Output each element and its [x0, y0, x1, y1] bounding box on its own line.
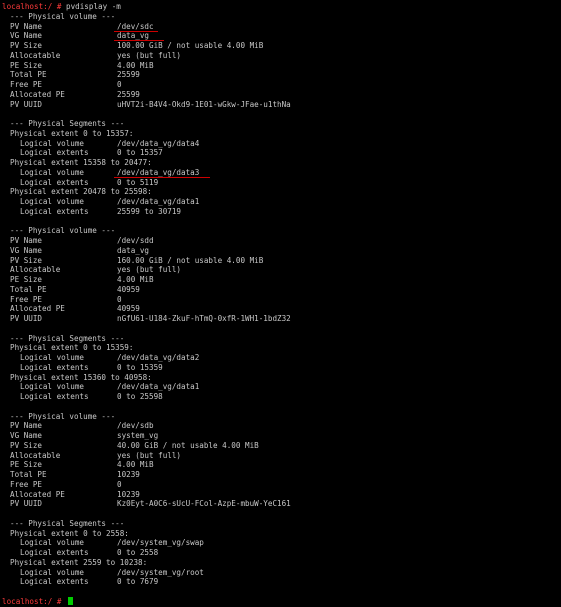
vg-name-value: data_vg	[117, 31, 150, 41]
segment-lv-row: Logical volume/dev/data_vg/data2	[20, 353, 200, 362]
segment-le-row: Logical extents 0 to 7679	[20, 577, 159, 587]
pv-field-row: Total PE 40959	[10, 284, 140, 294]
pv-header: --- Physical volume ---	[10, 411, 116, 421]
segment-extent-line: Physical extent 0 to 15359:	[10, 343, 134, 353]
segment-extent-line: Physical extent 15360 to 40958:	[10, 372, 152, 382]
terminal-window[interactable]: localhost:/ # pvdisplay -m --- Physical …	[0, 0, 561, 606]
pv-field-row: Allocatable yes (but full)	[10, 50, 182, 60]
pv-field-row: Total PE 10239	[10, 470, 140, 479]
pv-field-row: VG Name data_vg	[10, 245, 150, 255]
segment-le-row: Logical extents 25599 to 30719	[20, 206, 182, 216]
pv-field-row: PE Size 4.00 MiB	[10, 275, 154, 284]
pv-field-row: PV UUID uHVT2i-B4V4-Okd9-1E01-wGkw-JFae-u…	[10, 99, 291, 109]
pv-field-row: PV Size 40.00 GiB / not usable 4.00 MiB	[10, 440, 259, 450]
segment-lv-row: Logical volume/dev/data_vg/data1	[20, 382, 200, 392]
segment-lv-row: Logical volume/dev/system_vg/root	[20, 567, 204, 577]
pv-field-row: PE Size 4.00 MiB	[10, 60, 154, 70]
pv-field-row: PV UUID nGfU61-U184-ZkuF-hTmQ-0xfR-1WH1-1…	[10, 314, 291, 323]
pv-field-row: PV Name/dev/sdd	[10, 236, 154, 245]
pv-field-row: Allocated PE 10239	[10, 489, 140, 499]
command-text: pvdisplay -m	[66, 2, 121, 11]
final-prompt-line[interactable]: localhost:/ #	[2, 596, 561, 607]
pv-field-row: PV Size 100.00 GiB / not usable 4.00 MiB	[10, 41, 264, 50]
segment-extent-line: Physical extent 2559 to 10238:	[10, 557, 148, 567]
segment-extent-line: Physical extent 0 to 15357:	[10, 128, 134, 138]
shell-prompt: localhost:/ #	[2, 596, 62, 606]
segment-extent-line: Physical extent 15358 to 20477:	[10, 158, 152, 167]
shell-prompt: localhost:/ #	[2, 2, 62, 11]
pv-field-row: VG Name system_vg	[10, 431, 159, 440]
pv-header: --- Physical volume ---	[10, 11, 116, 21]
pv-field-row: Free PE 0	[10, 294, 122, 304]
segment-extent-line: Physical extent 20478 to 25598:	[10, 187, 152, 197]
pv-field-row: PV Size 160.00 GiB / not usable 4.00 MiB	[10, 255, 264, 265]
pv-field-row: Allocated PE 40959	[10, 304, 140, 314]
segment-le-row: Logical extents 0 to 5119	[20, 177, 159, 187]
pv-name-value: /dev/sdc	[117, 21, 154, 31]
segments-header: --- Physical Segments ---	[10, 518, 125, 528]
pv-field-row: Free PE 0	[10, 80, 122, 89]
segment-le-row: Logical extents 0 to 2558	[20, 548, 159, 557]
segments-header: --- Physical Segments ---	[10, 333, 125, 343]
segment-extent-line: Physical extent 0 to 2558:	[10, 528, 129, 538]
text-cursor[interactable]	[68, 596, 74, 605]
pv-field-row: PV UUID Kz0Eyt-A0C6-sUcU-FCol-AzpE-mbuW-Y…	[10, 499, 291, 509]
pv-field-row: Allocatable yes (but full)	[10, 265, 182, 275]
pv-header: --- Physical volume ---	[10, 226, 116, 236]
pv-field-row: PV Name/dev/sdc	[2, 22, 561, 32]
segment-lv-row: Logical volume/dev/system_vg/swap	[20, 538, 204, 548]
pv-field-row: Allocatable yes (but full)	[10, 450, 182, 460]
segment-le-row: Logical extents 0 to 25598	[20, 392, 163, 401]
segment-lv-row: Logical volume/dev/data_vg/data3	[2, 168, 561, 178]
pv-field-row: VG Name data_vg	[2, 31, 561, 42]
pv-field-row: PV Name/dev/sdb	[10, 421, 154, 431]
pv-field-row: Total PE 25599	[10, 70, 140, 80]
segment-le-row: Logical extents 0 to 15357	[20, 148, 163, 158]
pv-field-row: PE Size 4.00 MiB	[10, 460, 154, 470]
command-line: localhost:/ # pvdisplay -m	[2, 2, 561, 12]
pv-field-row: Allocated PE 25599	[10, 89, 140, 99]
segments-header: --- Physical Segments ---	[10, 119, 125, 128]
pv-field-row: Free PE 0	[10, 479, 122, 489]
segment-le-row: Logical extents 0 to 15359	[20, 362, 163, 372]
segment-lv-row: Logical volume/dev/data_vg/data4	[20, 138, 200, 148]
segment-lv-row: Logical volume/dev/data_vg/data1	[20, 197, 200, 206]
